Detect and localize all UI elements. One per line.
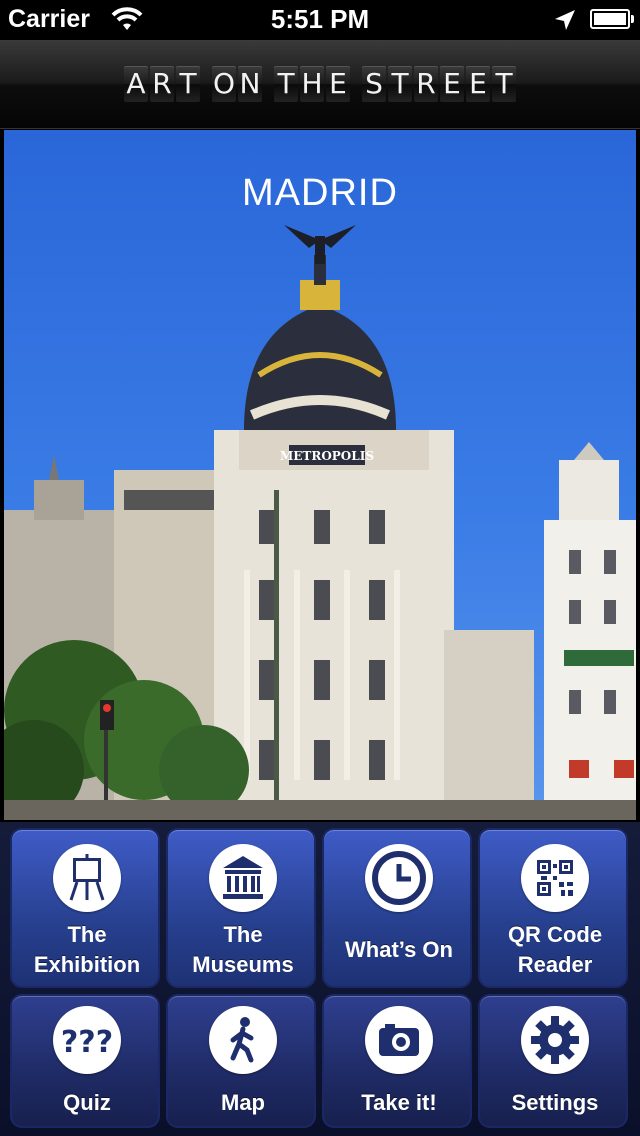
quiz-label: Quiz — [63, 1090, 111, 1115]
walking-person-icon — [209, 1006, 277, 1074]
status-time: 5:51 PM — [270, 4, 370, 34]
title-word: ON — [211, 66, 263, 102]
battery-icon — [590, 9, 634, 29]
title-letter-tile: R — [414, 66, 438, 102]
clock-icon — [365, 844, 433, 912]
qr-code-icon — [521, 844, 589, 912]
museum-icon — [209, 844, 277, 912]
title-letter-tile: E — [466, 66, 490, 102]
question-marks-icon: ??? — [53, 1006, 121, 1074]
hero-photo: METROPOLIS MADRID — [4, 130, 636, 820]
title-letter-tile: T — [388, 66, 412, 102]
location-arrow-icon — [553, 8, 577, 37]
take-it-label: Take it! — [361, 1090, 437, 1115]
museums-button[interactable]: The Museums — [166, 828, 316, 988]
qr-reader-button[interactable]: QR Code Reader — [478, 828, 628, 988]
app-title: ARTONTHESTREET — [0, 66, 640, 102]
settings-label: Settings — [511, 1090, 599, 1115]
title-letter-tile: H — [300, 66, 324, 102]
museums-label-line2: Museums — [192, 952, 294, 977]
city-title: MADRID — [242, 172, 398, 214]
title-letter-tile: E — [440, 66, 464, 102]
exhibition-button[interactable]: The Exhibition — [10, 828, 160, 988]
camera-icon — [365, 1006, 433, 1074]
title-letter-tile: A — [124, 66, 148, 102]
title-word: STREET — [361, 66, 517, 102]
whats-on-label: What’s On — [345, 937, 453, 962]
qr-label-line2: Reader — [517, 952, 593, 977]
map-label: Map — [221, 1090, 265, 1115]
svg-text:???: ??? — [61, 1025, 113, 1060]
museums-label-line1: The — [223, 922, 263, 947]
easel-icon — [53, 844, 121, 912]
gear-icon — [521, 1006, 589, 1074]
whats-on-button[interactable]: What’s On — [322, 828, 472, 988]
take-it-button[interactable]: Take it! — [322, 994, 472, 1128]
status-bar: Carrier 5:51 PM — [0, 0, 640, 40]
title-letter-tile: N — [238, 66, 262, 102]
title-letter-tile: T — [274, 66, 298, 102]
quiz-button[interactable]: ??? Quiz — [10, 994, 160, 1128]
metropolis-building-illustration: METROPOLIS — [4, 225, 636, 820]
title-letter-tile: T — [176, 66, 200, 102]
title-word: ART — [123, 66, 201, 102]
map-button[interactable]: Map — [166, 994, 316, 1128]
nav-bar: ARTONTHESTREET — [0, 40, 640, 129]
exhibition-label-line1: The — [67, 922, 107, 947]
title-letter-tile: E — [326, 66, 350, 102]
building-sign: METROPOLIS — [280, 449, 374, 463]
title-letter-tile: S — [362, 66, 386, 102]
qr-label-line1: QR Code — [507, 922, 603, 947]
settings-button[interactable]: Settings — [478, 994, 628, 1128]
exhibition-label-line2: Exhibition — [33, 952, 141, 977]
menu-grid: The Exhibition The Museums What’s On QR … — [0, 822, 640, 1136]
title-letter-tile: R — [150, 66, 174, 102]
title-word: THE — [273, 66, 351, 102]
title-letter-tile: O — [212, 66, 236, 102]
title-letter-tile: T — [492, 66, 516, 102]
